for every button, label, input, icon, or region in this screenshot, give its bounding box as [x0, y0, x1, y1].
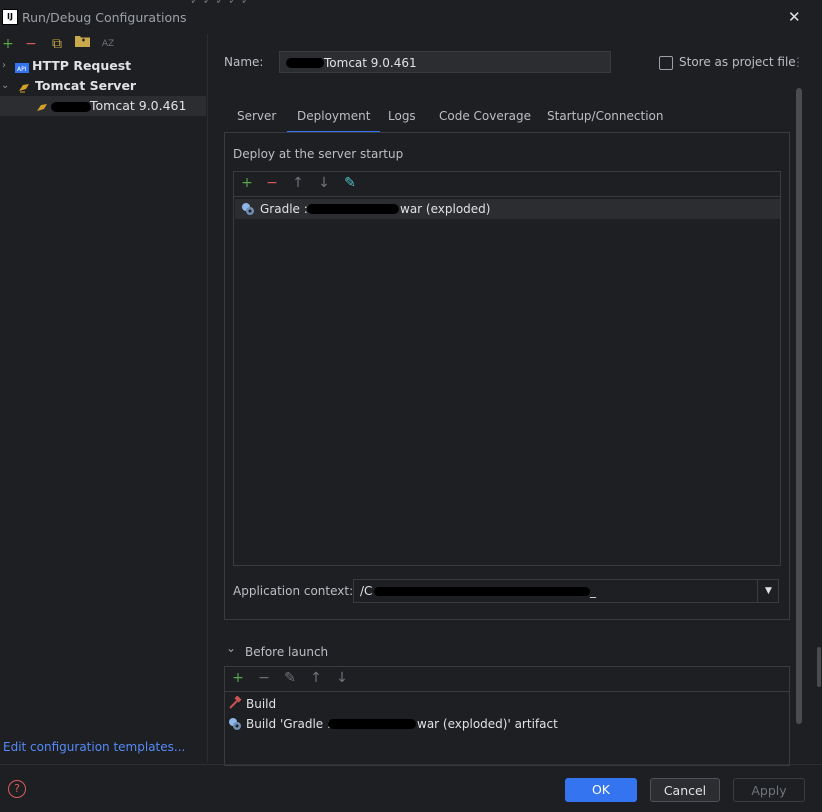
- deploy-section-title: Deploy at the server startup: [233, 147, 404, 161]
- tab-bar: Server Deployment Logs Code Coverage Sta…: [224, 105, 790, 133]
- tomcat-icon: [36, 100, 50, 112]
- window-title: Run/Debug Configurations: [22, 10, 187, 25]
- artifact-icon: [241, 202, 255, 222]
- remove-configuration-icon[interactable]: −: [23, 36, 39, 52]
- tree-item-label: HTTP Request: [32, 58, 132, 73]
- build-label: Build: [246, 697, 277, 711]
- artifact-label-prefix: Build 'Gradle :: [246, 717, 332, 731]
- add-icon[interactable]: +: [230, 670, 246, 686]
- redacted-text: [307, 204, 399, 214]
- edit-icon[interactable]: ✎: [282, 670, 298, 686]
- redacted-text: [374, 587, 590, 596]
- tree-item-label: Tomcat Server: [35, 78, 137, 93]
- deploy-toolbar: + − ↑ ↓ ✎: [233, 171, 781, 197]
- more-options-icon[interactable]: ⋮: [792, 55, 804, 69]
- tree-item-tomcat-server[interactable]: ⌄ Tomcat Server: [0, 76, 206, 96]
- tree-item-http-request[interactable]: › API HTTP Request: [0, 56, 206, 76]
- configurations-sidebar: [0, 34, 207, 762]
- tab-deployment[interactable]: Deployment: [287, 105, 381, 133]
- before-launch-toolbar: + − ✎ ↑ ↓: [224, 666, 790, 692]
- store-as-project-file-checkbox[interactable]: [659, 56, 673, 70]
- tomcat-icon: [18, 80, 32, 93]
- svg-text:API: API: [17, 66, 27, 73]
- sort-icon[interactable]: AZ: [100, 36, 116, 52]
- deploy-list[interactable]: [233, 171, 781, 566]
- deploy-list-item[interactable]: Gradle : war (exploded): [235, 199, 780, 219]
- redacted-text: [328, 719, 416, 729]
- hammer-icon: [228, 695, 242, 716]
- move-up-icon[interactable]: ↑: [308, 670, 324, 686]
- redacted-text: [286, 58, 324, 68]
- before-launch-label: Before launch: [245, 645, 329, 659]
- add-icon[interactable]: +: [239, 175, 255, 191]
- app-icon: IJ: [2, 9, 18, 25]
- app-context-value: /C: [360, 584, 373, 598]
- remove-icon[interactable]: −: [264, 175, 280, 191]
- store-as-project-file-label[interactable]: Store as project file: [679, 55, 796, 69]
- help-icon[interactable]: ?: [8, 780, 26, 798]
- deploy-item-suffix: war (exploded): [400, 202, 491, 216]
- tab-code-coverage[interactable]: Code Coverage: [439, 105, 531, 131]
- ok-button[interactable]: OK: [565, 778, 637, 802]
- edit-templates-link[interactable]: Edit configuration templates...: [3, 740, 185, 754]
- close-icon[interactable]: ✕: [788, 8, 801, 26]
- name-value: Tomcat 9.0.461: [324, 56, 417, 70]
- tab-startup-connection[interactable]: Startup/Connection: [547, 105, 663, 131]
- chevron-down-icon[interactable]: ▼: [757, 580, 779, 602]
- chevron-down-icon[interactable]: ⌄: [226, 641, 236, 655]
- tree-item-tomcat-config[interactable]: Tomcat 9.0.461: [0, 96, 206, 116]
- background-fragment: ✓ ✓ ✓ ✓ ✓: [190, 0, 251, 7]
- artifact-icon: [228, 717, 242, 737]
- chevron-down-icon[interactable]: ⌄: [1, 76, 9, 96]
- edit-icon[interactable]: ✎: [342, 175, 358, 191]
- chevron-right-icon[interactable]: ›: [2, 56, 6, 76]
- before-launch-item-artifact[interactable]: Build 'Gradle : war (exploded)' artifact: [225, 714, 789, 734]
- scrollbar[interactable]: [817, 647, 821, 687]
- copy-configuration-icon[interactable]: ⧉: [49, 36, 65, 52]
- add-configuration-icon[interactable]: +: [0, 36, 16, 52]
- tab-server[interactable]: Server: [237, 105, 276, 131]
- tab-logs[interactable]: Logs: [388, 105, 416, 131]
- folder-icon[interactable]: [74, 35, 90, 51]
- app-context-tail: _: [590, 584, 596, 598]
- redacted-text: [51, 102, 91, 112]
- footer-divider: [0, 764, 822, 765]
- app-context-input[interactable]: /C _: [353, 579, 779, 603]
- move-up-icon[interactable]: ↑: [290, 175, 306, 191]
- app-context-label: Application context:: [233, 584, 354, 598]
- before-launch-item-build[interactable]: Build: [225, 694, 789, 714]
- move-down-icon[interactable]: ↓: [316, 175, 332, 191]
- remove-icon[interactable]: −: [256, 670, 272, 686]
- move-down-icon[interactable]: ↓: [334, 670, 350, 686]
- cancel-button[interactable]: Cancel: [650, 778, 720, 802]
- name-field[interactable]: Tomcat 9.0.461: [279, 51, 611, 73]
- artifact-label-suffix: war (exploded)' artifact: [417, 717, 558, 731]
- name-label: Name:: [224, 55, 264, 69]
- deploy-item-prefix: Gradle :: [260, 202, 308, 216]
- tree-item-label: Tomcat 9.0.461: [90, 98, 187, 113]
- http-icon: API: [15, 60, 29, 73]
- scrollbar[interactable]: [796, 88, 802, 724]
- apply-button[interactable]: Apply: [733, 778, 805, 802]
- sidebar-divider: [207, 34, 208, 762]
